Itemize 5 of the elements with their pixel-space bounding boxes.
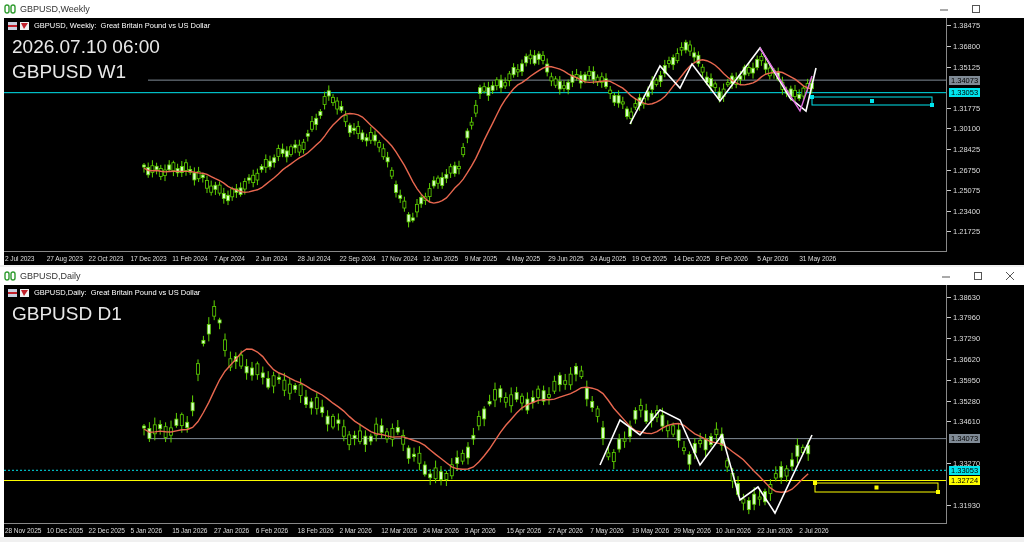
chart-label: GBPUSD W1 xyxy=(12,60,128,84)
chart-label: GBPUSD D1 xyxy=(12,302,122,326)
window-title: GBPUSD,Weekly xyxy=(20,4,90,14)
window-title: GBPUSD,Daily xyxy=(20,271,81,281)
chart-label: 2026.07.10 06:00 xyxy=(12,35,160,59)
